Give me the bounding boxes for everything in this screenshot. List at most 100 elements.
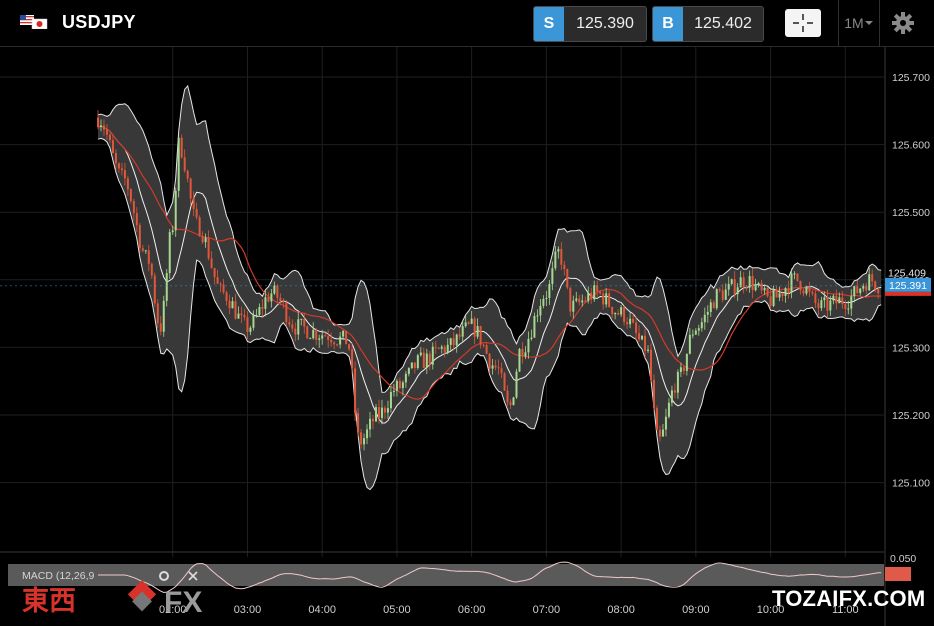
candle-body	[554, 251, 557, 269]
crosshair-button[interactable]	[785, 9, 821, 37]
price-axis-label: 125.600	[892, 140, 930, 152]
candle-body	[829, 300, 832, 311]
candle-body	[416, 355, 419, 369]
candle-body	[210, 258, 213, 268]
candle-body	[285, 302, 288, 323]
candle-body	[261, 306, 264, 309]
candle-body	[862, 286, 865, 289]
candle-body	[336, 344, 339, 346]
candle-body	[449, 338, 452, 345]
candle-body	[629, 318, 632, 325]
candle-body	[700, 322, 703, 329]
candle-body	[557, 248, 560, 252]
candle-body	[530, 337, 533, 339]
candle-body	[324, 335, 327, 337]
candle-body	[398, 380, 401, 389]
candle-body	[545, 297, 548, 299]
candle-body	[479, 326, 482, 345]
candle-body	[204, 237, 207, 243]
candle-body	[228, 300, 231, 309]
price-axis-label: 125.700	[892, 72, 930, 84]
candle-body	[838, 297, 841, 304]
candle-body	[123, 170, 126, 179]
candle-body	[712, 302, 715, 309]
candle-body	[309, 338, 312, 340]
sell-price-button[interactable]: S 125.390	[533, 6, 647, 42]
candle-body	[225, 292, 228, 301]
candle-body	[162, 300, 165, 332]
candle-body	[431, 346, 434, 365]
candle-body	[467, 322, 470, 324]
macd-axis-label: 0.050	[890, 553, 916, 565]
candle-body	[267, 297, 270, 302]
candle-body	[419, 352, 422, 356]
candle-body	[363, 438, 366, 445]
candle-body	[515, 371, 518, 398]
candle-body	[473, 318, 476, 337]
time-axis-label: 06:00	[458, 604, 486, 616]
macd-value-marker	[885, 567, 911, 581]
candle-body	[754, 284, 757, 291]
buy-price-button[interactable]: B 125.402	[652, 6, 764, 42]
candle-body	[805, 287, 808, 294]
candle-body	[581, 300, 584, 303]
candle-body	[691, 334, 694, 336]
sell-tag: S	[534, 7, 564, 41]
candle-body	[868, 274, 871, 291]
candle-body	[658, 429, 661, 437]
timeframe-dropdown[interactable]: 1M	[838, 0, 880, 46]
candle-body	[351, 349, 354, 369]
candle-body	[482, 344, 485, 346]
candle-body	[721, 290, 724, 300]
candle-body	[590, 292, 593, 300]
candle-body	[626, 322, 629, 325]
candle-body	[709, 302, 712, 312]
candle-body	[395, 380, 398, 391]
candle-body	[844, 304, 847, 309]
candle-body	[587, 292, 590, 302]
candle-body	[318, 338, 321, 340]
candle-body	[348, 344, 351, 350]
candle-body	[102, 125, 105, 130]
gear-icon[interactable]	[888, 10, 918, 36]
timeframe-label: 1M	[844, 15, 864, 31]
price-chart[interactable]: 125.700125.600125.500125.400125.300125.2…	[0, 47, 934, 626]
candle-body	[584, 300, 587, 302]
candle-body	[392, 390, 395, 392]
candle-body	[407, 368, 410, 374]
time-axis-label: 07:00	[533, 604, 561, 616]
candle-body	[446, 344, 449, 353]
candle-body	[470, 318, 473, 324]
candle-body	[808, 287, 811, 292]
candle-body	[727, 283, 730, 290]
candle-body	[542, 298, 545, 306]
candle-body	[147, 250, 150, 264]
us-jp-flag-icon	[20, 15, 48, 29]
candle-body	[685, 353, 688, 371]
candle-body	[488, 353, 491, 369]
candle-body	[222, 284, 225, 293]
candle-body	[566, 268, 569, 288]
candle-body	[138, 225, 141, 249]
candle-body	[664, 416, 667, 430]
candle-body	[252, 314, 255, 328]
candle-body	[670, 390, 673, 403]
candle-body	[291, 324, 294, 329]
candle-body	[635, 322, 638, 334]
candle-body	[847, 308, 850, 310]
candle-body	[521, 348, 524, 357]
candle-body	[386, 408, 389, 413]
candle-body	[452, 338, 455, 346]
candle-body	[306, 326, 309, 339]
candle-body	[865, 286, 868, 291]
candle-body	[811, 291, 814, 294]
candle-body	[697, 328, 700, 331]
candle-body	[781, 293, 784, 297]
candle-body	[213, 267, 216, 278]
candle-body	[276, 285, 279, 298]
logo-cjk-text: 東西	[22, 586, 76, 617]
bid-marker-red	[885, 291, 931, 296]
candle-body	[494, 365, 497, 368]
candle-body	[135, 213, 138, 226]
candle-body	[129, 189, 132, 202]
